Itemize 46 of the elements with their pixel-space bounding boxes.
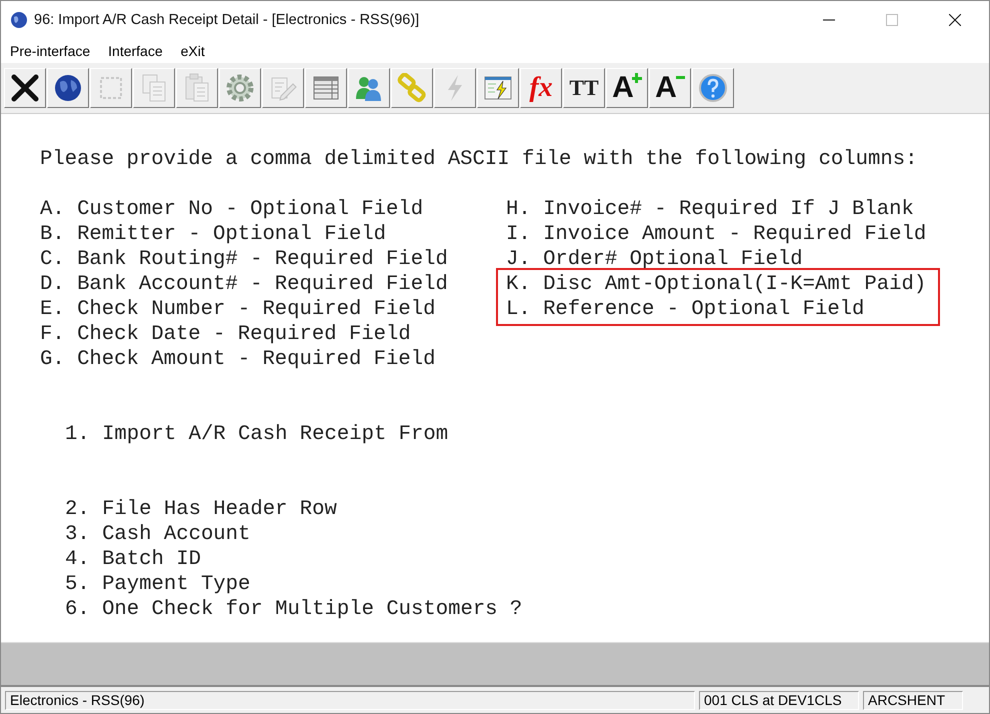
close-icon <box>11 74 39 102</box>
window-title: 96: Import A/R Cash Receipt Detail - [Electronics - RSS(96)] <box>34 12 420 28</box>
menu-item[interactable]: Interface <box>108 43 163 59</box>
column-description: K. Disc Amt-Optional(I-K=Amt Paid) <box>506 272 926 297</box>
prompt-label: 3. Cash Account <box>65 522 250 547</box>
prompt-label: 1. Import A/R Cash Receipt From <box>65 422 448 447</box>
column-description: F. Check Date - Required Field <box>40 322 411 347</box>
help-icon <box>698 73 728 103</box>
selection-icon <box>98 75 124 101</box>
table-icon <box>312 75 340 101</box>
prompt-label: 2. File Has Header Row <box>65 497 337 522</box>
column-description: B. Remitter - Optional Field <box>40 222 386 247</box>
column-description: D. Bank Account# - Required Field <box>40 272 448 297</box>
column-description: H. Invoice# - Required If J Blank <box>506 197 914 222</box>
copy-icon <box>140 73 168 103</box>
toolbar-button[interactable]: TT <box>563 68 605 108</box>
close-icon[interactable] <box>948 14 960 26</box>
status-program: ARCSHENT <box>863 690 963 710</box>
column-description: I. Invoice Amount - Required Field <box>506 222 926 247</box>
gear-icon <box>225 73 255 103</box>
toolbar-button[interactable] <box>47 68 89 108</box>
status-session: 001 CLS at DEV1CLS <box>699 690 859 710</box>
column-description: C. Bank Routing# - Required Field <box>40 247 448 272</box>
menu-item[interactable]: eXit <box>180 43 205 59</box>
prompt-label: 4. Batch ID <box>65 547 201 572</box>
instructions-text: Please provide a comma delimited ASCII file with the following columns: <box>40 147 918 172</box>
globe-icon <box>10 11 28 29</box>
toolbar-button[interactable] <box>4 68 46 108</box>
menu-item[interactable]: Pre-interface <box>10 43 90 59</box>
prompt-label: 5. Payment Type <box>65 572 250 597</box>
paste-icon <box>183 73 211 103</box>
toolbar-button[interactable]: A <box>606 68 648 108</box>
prompt-label: 6. One Check for Multiple Customers ? <box>65 597 522 622</box>
toolbar-button[interactable]: A <box>649 68 691 108</box>
column-description: L. Reference - Optional Field <box>506 297 864 322</box>
chain-link-icon <box>397 73 427 103</box>
function-icon: fx <box>529 74 553 102</box>
column-description: G. Check Amount - Required Field <box>40 347 436 372</box>
column-description: E. Check Number - Required Field <box>40 297 436 322</box>
column-description: A. Customer No - Optional Field <box>40 197 424 222</box>
window-lightning-icon <box>483 74 513 102</box>
globe-icon <box>53 73 83 103</box>
status-company: Electronics - RSS(96) <box>5 690 695 710</box>
column-description: J. Order# Optional Field <box>506 247 803 272</box>
font-size-icon: TT <box>569 77 599 99</box>
toolbar-button[interactable]: fx <box>520 68 562 108</box>
